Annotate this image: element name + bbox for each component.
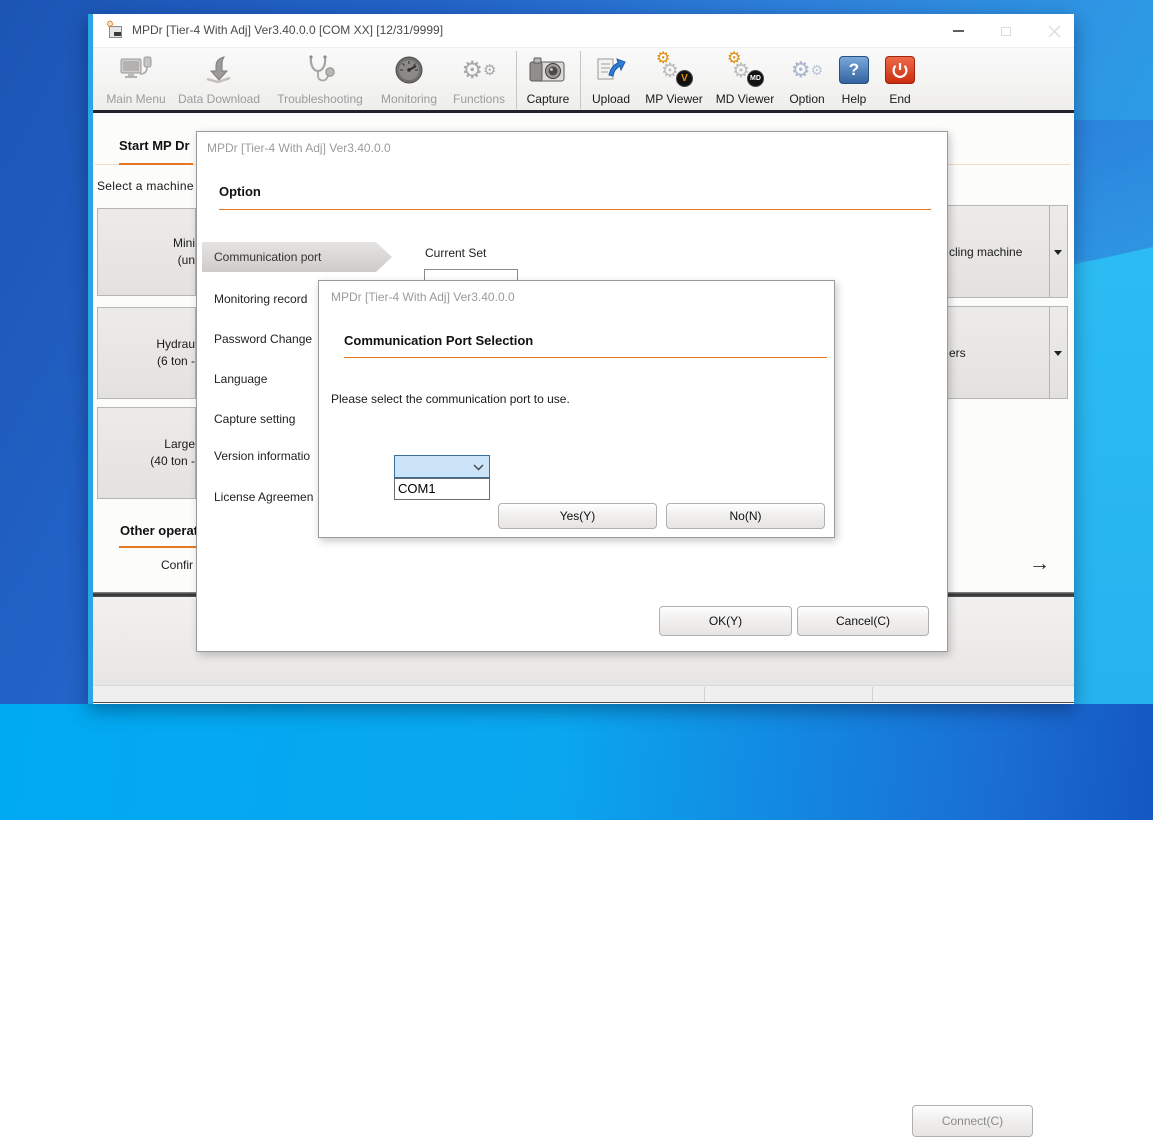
gears-icon: ⚙ ⚙ xyxy=(461,56,497,84)
app-icon: ⚙ xyxy=(106,19,123,38)
port-dialog-heading: Communication Port Selection xyxy=(344,333,534,348)
machine-button-line2: (40 ton - xyxy=(150,454,195,468)
computer-icon xyxy=(98,52,174,88)
help-icon: ? xyxy=(832,52,876,88)
right-arrow-icon[interactable]: → xyxy=(1029,552,1050,576)
connect-button[interactable]: Connect(C) xyxy=(912,1105,1033,1137)
minimize-icon xyxy=(952,30,964,32)
nav-item-license-agreement[interactable]: License Agreemen xyxy=(214,490,313,504)
communication-port-dialog: MPDr [Tier-4 With Adj] Ver3.40.0.0 Commu… xyxy=(318,280,835,538)
machine-button-line1: Hydrau xyxy=(156,337,195,351)
select-machine-label: Select a machine xyxy=(97,179,194,193)
toolbar-data-download-button[interactable]: Data Download xyxy=(174,50,264,108)
chevron-down-icon xyxy=(473,464,484,471)
power-icon xyxy=(878,52,922,88)
nav-tab-communication-port[interactable]: Communication port xyxy=(202,242,392,272)
dropdown-arrow-icon xyxy=(1054,350,1062,356)
heading-underline xyxy=(219,209,931,210)
camera-icon xyxy=(518,52,578,88)
no-button[interactable]: No(N) xyxy=(666,503,825,529)
machine-button-line1: Large xyxy=(164,437,195,451)
upload-icon xyxy=(582,52,640,88)
desktop-wallpaper: ⚙ MPDr [Tier-4 With Adj] Ver3.40.0.0 [CO… xyxy=(0,0,1153,1137)
close-button[interactable] xyxy=(1038,16,1070,46)
toolbar-md-viewer-button[interactable]: ⚙ ⚙ MD MD Viewer xyxy=(710,50,780,108)
option-gears-icon: ⚙ ⚙ xyxy=(790,57,824,82)
md-viewer-icon: ⚙ ⚙ MD xyxy=(710,50,780,88)
toolbar-label: End xyxy=(889,92,911,106)
close-icon xyxy=(1048,25,1060,37)
title-bar: ⚙ MPDr [Tier-4 With Adj] Ver3.40.0.0 [CO… xyxy=(93,14,1074,48)
dropdown-option-com1[interactable]: COM1 xyxy=(395,479,489,499)
port-dialog-title: MPDr [Tier-4 With Adj] Ver3.40.0.0 xyxy=(331,290,515,304)
option-dialog-title: MPDr [Tier-4 With Adj] Ver3.40.0.0 xyxy=(207,141,391,155)
app-icon-gear: ⚙ xyxy=(106,19,115,29)
wallpaper-beam xyxy=(1063,120,1153,260)
yes-button[interactable]: Yes(Y) xyxy=(498,503,657,529)
option-dialog-heading: Option xyxy=(219,184,261,199)
cancel-button[interactable]: Cancel(C) xyxy=(797,606,929,636)
machine-button-label: ers xyxy=(949,345,966,360)
gauge-icon xyxy=(376,52,442,88)
md-badge: MD xyxy=(747,70,764,87)
minimize-button[interactable] xyxy=(942,16,974,46)
stethoscope-icon xyxy=(266,52,374,88)
other-operations-heading: Other operat xyxy=(120,523,199,538)
ok-button[interactable]: OK(Y) xyxy=(659,606,792,636)
nav-item-version-information[interactable]: Version informatio xyxy=(214,449,310,463)
nav-item-password-change[interactable]: Password Change xyxy=(214,332,312,346)
other-operations-underline xyxy=(119,546,207,548)
machine-button-large[interactable]: Large (40 ton - xyxy=(97,407,196,499)
status-bar xyxy=(93,685,1074,703)
toolbar-end-button[interactable]: End xyxy=(878,50,922,108)
maximize-button[interactable] xyxy=(990,16,1022,46)
com-port-combobox[interactable] xyxy=(394,455,490,478)
wallpaper-beam xyxy=(1063,247,1153,709)
machine-button-label: cling machine xyxy=(949,244,1023,259)
machine-button-mini[interactable]: Mini (un xyxy=(97,208,196,296)
toolbar-capture-button[interactable]: Capture xyxy=(518,50,578,108)
current-set-label: Current Set xyxy=(425,246,487,260)
status-bar-divider xyxy=(704,687,705,701)
port-dialog-message: Please select the communication port to … xyxy=(331,392,570,406)
mp-badge: V xyxy=(676,70,693,87)
nav-item-language[interactable]: Language xyxy=(214,372,267,386)
confirm-row-label[interactable]: Confir xyxy=(161,558,193,572)
machine-button-line1: Mini xyxy=(172,236,195,250)
window-title: MPDr [Tier-4 With Adj] Ver3.40.0.0 [COM … xyxy=(132,23,444,37)
toolbar-mp-viewer-button[interactable]: ⚙ ⚙ V MP Viewer xyxy=(642,50,706,108)
machine-button-line2: (un xyxy=(177,253,195,267)
nav-tab-label: Communication port xyxy=(214,250,322,264)
maximize-icon xyxy=(1001,26,1011,36)
tab-start-mp-dr[interactable]: Start MP Dr xyxy=(119,138,190,153)
divider xyxy=(1049,206,1050,297)
machine-button-hydraulic[interactable]: Hydrau (6 ton - xyxy=(97,307,196,399)
download-icon xyxy=(174,52,264,88)
toolbar: Main Menu Data Download Troubleshooting … xyxy=(93,48,1074,113)
machine-button-line2: (6 ton - xyxy=(156,354,195,368)
dropdown-arrow-icon xyxy=(1054,249,1062,255)
toolbar-troubleshooting-button[interactable]: Troubleshooting xyxy=(266,50,374,108)
wallpaper-bottom xyxy=(0,704,1153,820)
nav-item-capture-setting[interactable]: Capture setting xyxy=(214,412,295,426)
heading-underline xyxy=(344,357,827,358)
toolbar-functions-button[interactable]: ⚙ ⚙ Functions xyxy=(444,50,514,108)
app-window: ⚙ MPDr [Tier-4 With Adj] Ver3.40.0.0 [CO… xyxy=(88,14,1074,1137)
divider xyxy=(1049,307,1050,398)
combobox-dropdown-list: COM1 xyxy=(394,478,490,500)
nav-item-monitoring-record[interactable]: Monitoring record xyxy=(214,292,307,306)
active-tab-underline xyxy=(119,163,193,165)
mp-viewer-icon: ⚙ ⚙ V xyxy=(642,50,706,88)
status-bar-divider xyxy=(872,687,873,701)
